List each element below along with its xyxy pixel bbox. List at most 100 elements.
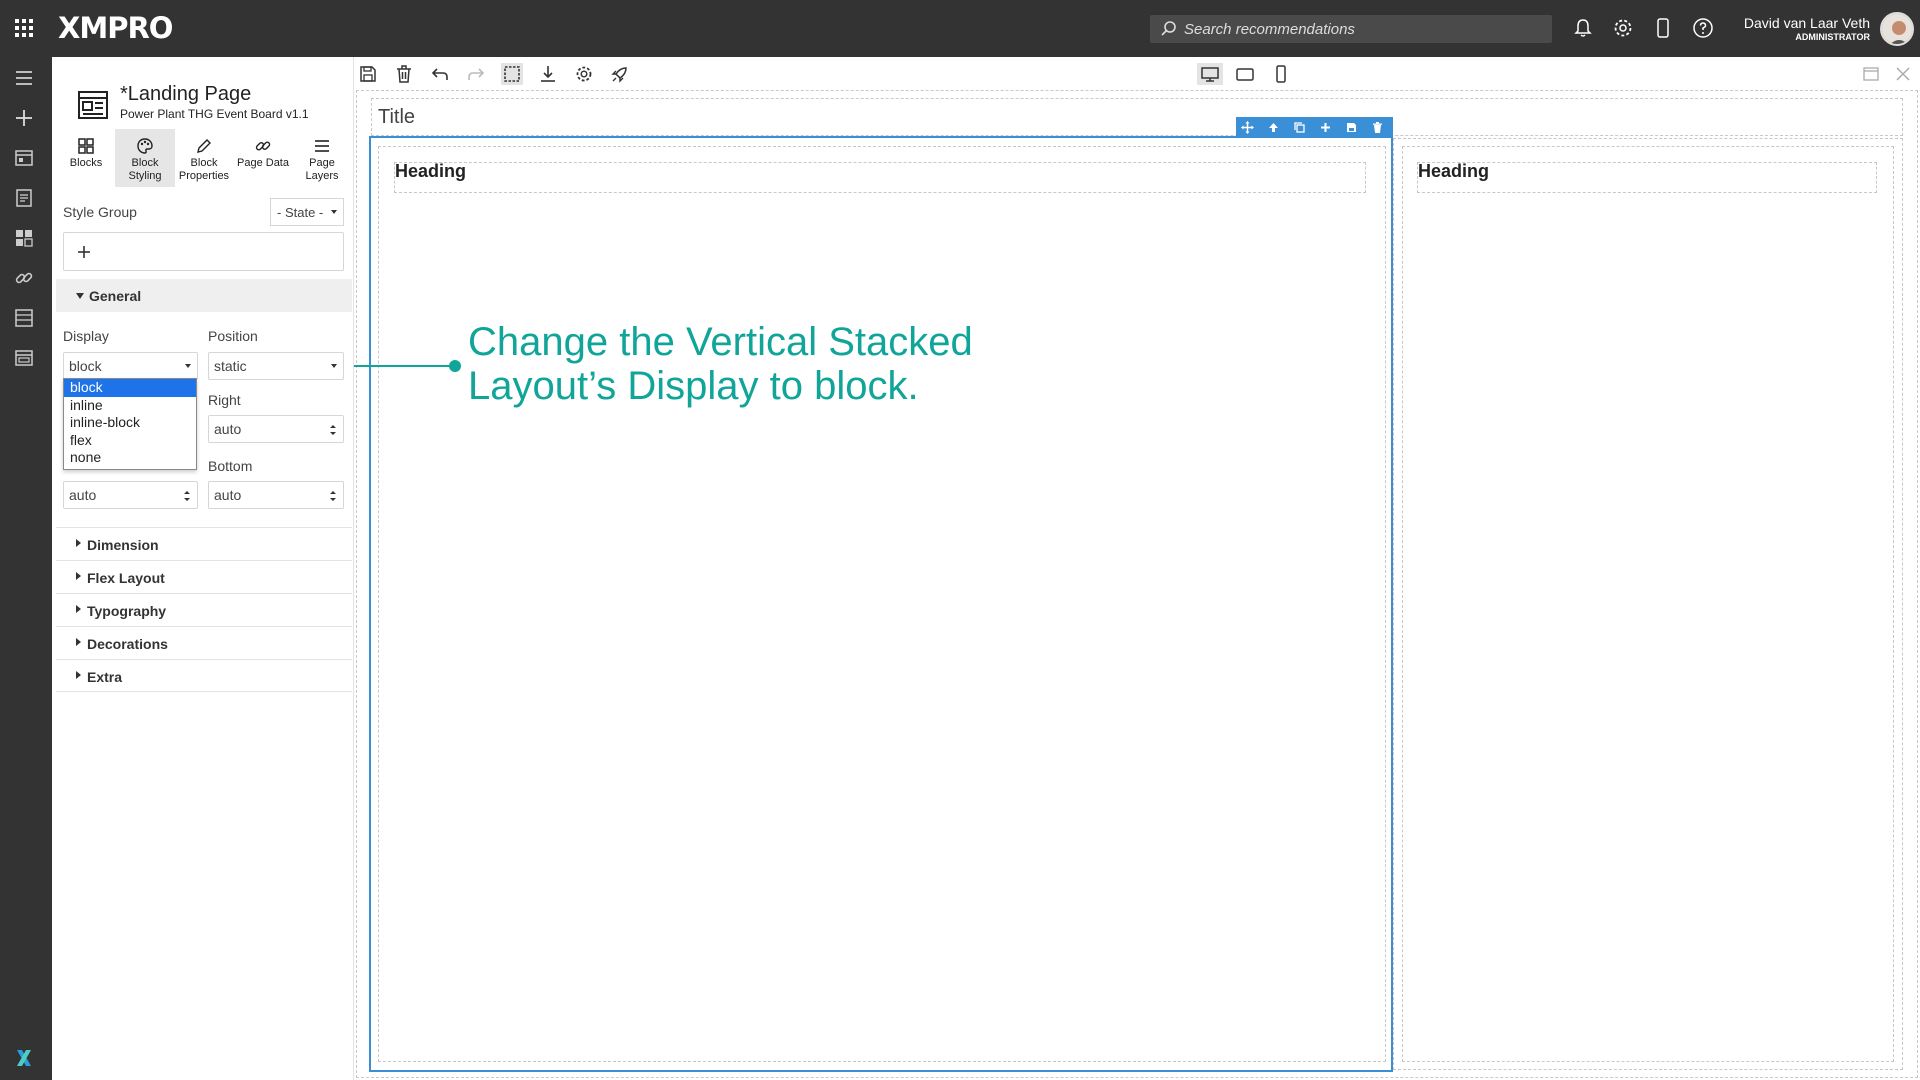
callout-line-2: Layout’s Display to block. — [468, 364, 919, 408]
recommendations-icon[interactable] — [13, 187, 35, 209]
right-input[interactable]: auto — [208, 415, 344, 443]
spinner-icon[interactable] — [329, 489, 337, 503]
duplicate-icon[interactable] — [1293, 121, 1306, 134]
callout-connector-dot — [449, 360, 461, 372]
right-input-value: auto — [214, 421, 242, 437]
rocket-icon[interactable] — [609, 63, 631, 85]
display-option-inline-block[interactable]: inline-block — [64, 414, 196, 432]
tab-label-line2: Layers — [305, 170, 339, 182]
maximize-icon[interactable] — [1860, 63, 1882, 85]
display-select[interactable]: block — [63, 352, 198, 380]
left-input-value: auto — [69, 487, 97, 503]
data-streams-icon[interactable] — [13, 307, 35, 329]
search-input[interactable] — [1184, 15, 1544, 43]
move-icon[interactable] — [1241, 121, 1254, 134]
tab-label-line1: Block — [190, 157, 218, 169]
xmpro-x-icon[interactable] — [13, 1047, 35, 1069]
tab-block-properties[interactable]: Block Properties — [174, 129, 234, 187]
display-option-inline[interactable]: inline — [64, 397, 196, 415]
add-block-icon[interactable] — [1319, 121, 1332, 134]
redo-icon[interactable] — [465, 63, 487, 85]
desktop-view-icon[interactable] — [1197, 63, 1223, 85]
spinner-icon[interactable] — [329, 423, 337, 437]
display-option-none[interactable]: none — [64, 449, 196, 467]
tab-block-styling[interactable]: Block Styling — [115, 129, 175, 187]
mobile-view-icon[interactable] — [1270, 63, 1292, 85]
tablet-view-icon[interactable] — [1234, 63, 1256, 85]
avatar-image — [1882, 14, 1912, 44]
chevron-down-icon — [331, 210, 337, 214]
section-dimension[interactable]: Dimension — [56, 527, 352, 560]
tab-page-layers[interactable]: Page Layers — [292, 129, 352, 187]
section-general-header[interactable]: General — [56, 279, 352, 312]
left-nav-rail — [0, 57, 52, 1080]
block-action-toolbar — [1236, 117, 1393, 137]
style-group-label: Style Group — [63, 204, 137, 220]
trash-icon[interactable] — [393, 63, 415, 85]
page-title: *Landing Page — [120, 83, 252, 105]
hamburger-menu-icon[interactable] — [13, 67, 35, 89]
undo-icon[interactable] — [429, 63, 451, 85]
gear-icon[interactable] — [1612, 17, 1634, 39]
position-select-value: static — [214, 358, 247, 374]
caret-right-icon — [76, 539, 81, 547]
help-icon[interactable] — [1692, 17, 1714, 39]
section-title: Flex Layout — [87, 570, 165, 586]
save-icon[interactable] — [357, 63, 379, 85]
templates-icon[interactable] — [13, 347, 35, 369]
palette-icon — [137, 138, 153, 154]
bell-icon[interactable] — [1572, 17, 1594, 39]
section-title: Decorations — [87, 636, 168, 652]
user-role: ADMINISTRATOR — [1795, 32, 1870, 42]
position-select[interactable]: static — [208, 352, 344, 380]
top-bar: XMPRO David van Laar Veth ADMINISTRATOR — [0, 0, 1920, 57]
section-typography[interactable]: Typography — [56, 593, 352, 626]
tutorial-callout: Change the Vertical Stacked Layout’s Dis… — [468, 320, 1088, 408]
settings-gear-icon[interactable] — [573, 63, 595, 85]
user-name[interactable]: David van Laar Veth — [1740, 15, 1870, 31]
arrow-up-icon[interactable] — [1267, 121, 1280, 134]
tab-label: Blocks — [69, 157, 103, 169]
chevron-down-icon — [331, 364, 337, 368]
user-avatar[interactable] — [1880, 12, 1914, 46]
caret-right-icon — [76, 572, 81, 580]
display-label: Display — [63, 328, 109, 344]
section-extra[interactable]: Extra — [56, 659, 352, 692]
dashboard-icon[interactable] — [13, 227, 35, 249]
delete-block-icon[interactable] — [1371, 121, 1384, 134]
search-bar[interactable] — [1150, 15, 1552, 43]
spinner-icon[interactable] — [183, 489, 191, 503]
apps-grid-icon[interactable] — [13, 17, 35, 39]
bottom-input[interactable]: auto — [208, 481, 344, 509]
left-input[interactable]: auto — [63, 481, 198, 509]
caret-right-icon — [76, 638, 81, 646]
right-stacked-layout[interactable] — [1402, 146, 1894, 1062]
state-select[interactable]: - State - — [270, 198, 344, 226]
title-block[interactable] — [371, 98, 1903, 136]
pencil-icon — [197, 139, 211, 153]
link-icon[interactable] — [13, 267, 35, 289]
tab-blocks[interactable]: Blocks — [56, 129, 116, 187]
close-icon[interactable] — [1892, 63, 1914, 85]
panel-tabs: Blocks Block Styling Block Properties Pa… — [56, 129, 352, 187]
xmpro-logo[interactable]: XMPRO — [58, 11, 173, 45]
download-icon[interactable] — [537, 63, 559, 85]
tab-page-data[interactable]: Page Data — [233, 129, 293, 187]
caret-right-icon — [76, 605, 81, 613]
show-borders-icon[interactable] — [501, 63, 523, 85]
add-style-group-button[interactable] — [63, 232, 344, 271]
display-option-block[interactable]: block — [64, 379, 196, 397]
section-flex-layout[interactable]: Flex Layout — [56, 560, 352, 593]
display-option-flex[interactable]: flex — [64, 432, 196, 450]
add-icon[interactable] — [13, 107, 35, 129]
heading-right[interactable]: Heading — [1418, 161, 1489, 182]
mobile-device-icon[interactable] — [1652, 17, 1674, 39]
canvas-title[interactable]: Title — [378, 106, 415, 129]
callout-line-1: Change the Vertical Stacked — [468, 320, 973, 364]
display-options-list: block inline inline-block flex none — [63, 378, 197, 470]
section-decorations[interactable]: Decorations — [56, 626, 352, 659]
app-designer-icon[interactable] — [13, 147, 35, 169]
section-title: Extra — [87, 669, 123, 685]
save-block-icon[interactable] — [1345, 121, 1358, 134]
tab-label: Page Data — [237, 157, 289, 169]
